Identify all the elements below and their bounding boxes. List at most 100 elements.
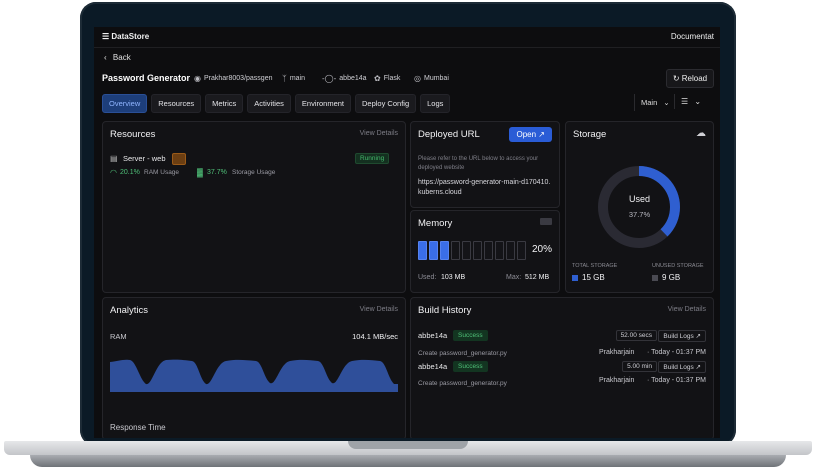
brand-label: DataStore: [111, 32, 150, 41]
resources-view-details[interactable]: View Details: [360, 130, 398, 137]
laptop-notch: [348, 441, 468, 449]
git-branch-icon: ᛉ: [282, 74, 287, 83]
tab-environment[interactable]: Environment: [294, 94, 351, 113]
build-author: Prakharjain: [599, 349, 635, 356]
build-duration: 52.00 secs: [615, 330, 657, 341]
status-badge: Running: [355, 153, 390, 164]
branch-select[interactable]: Main ⌄: [634, 94, 676, 111]
project-title: Password Generator: [102, 73, 191, 83]
unused-storage-swatch: [652, 275, 658, 281]
memory-cell: [462, 241, 471, 260]
ram-chart-label: RAM: [110, 332, 127, 341]
resources-card: Resources View Details ▤ Server - web Ru…: [102, 121, 406, 293]
app-brand[interactable]: ☰ DataStore: [102, 32, 149, 41]
memory-cell: [418, 241, 427, 260]
tab-bar: Overview Resources Metrics Activities En…: [102, 94, 451, 113]
build-logs-button[interactable]: Build Logs ↗: [658, 330, 706, 342]
tab-logs[interactable]: Logs: [420, 94, 451, 113]
ram-gauge-icon: ◠: [110, 168, 117, 177]
response-time-label: Response Time: [110, 423, 166, 432]
memory-used-value: 103 MB: [441, 274, 466, 281]
ram-rate: 104.1 MB/sec: [352, 332, 398, 341]
commit-id: abbe14a: [339, 75, 367, 82]
build-duration: 5.00 min: [622, 361, 657, 372]
database-icon: ☰: [102, 32, 110, 41]
build-time: · Today - 01:37 PM: [646, 377, 706, 384]
cloud-icon: ☁: [696, 128, 706, 139]
deployed-url[interactable]: https://password-generator-main-d170410.…: [418, 178, 553, 198]
storage-donut: [598, 166, 680, 248]
build-message: Create password_generator.py: [418, 380, 507, 387]
memory-cell: [484, 241, 493, 260]
build-logs-label: Build Logs: [663, 364, 694, 371]
region-name: Mumbai: [423, 75, 449, 82]
build-history-title: Build History: [418, 305, 472, 316]
memory-cell: [429, 241, 438, 260]
memory-max-label: Max:: [506, 274, 522, 281]
unused-storage-value: 9 GB: [662, 273, 681, 282]
repo-name: Prakhar8003/passgen: [203, 75, 273, 82]
tab-resources[interactable]: Resources: [151, 94, 202, 113]
memory-chip-icon: [540, 218, 552, 225]
memory-meter: [418, 241, 528, 265]
build-commit[interactable]: abbe14a: [418, 362, 447, 371]
storage-percent: 37.7%: [207, 169, 227, 176]
external-link-icon: ↗: [695, 364, 701, 371]
unused-storage-label: UNUSED STORAGE: [652, 263, 704, 269]
tab-activities[interactable]: Activities: [247, 94, 291, 113]
tab-deploy-config[interactable]: Deploy Config: [355, 94, 417, 113]
total-storage-label: TOTAL STORAGE: [572, 263, 618, 269]
server-name[interactable]: Server - web: [123, 154, 166, 163]
top-bar: ☰ DataStore Documentat: [94, 27, 720, 48]
memory-max-value: 512 MB: [525, 274, 550, 281]
reload-button[interactable]: ↻ Reload: [666, 69, 714, 88]
commit-meta: -◯- abbe14a: [322, 74, 367, 83]
external-link-icon: ↗: [695, 333, 701, 340]
view-menu-button[interactable]: ☰ ⌄: [674, 94, 707, 109]
build-time: · Today - 01:37 PM: [646, 349, 706, 356]
framework-name: Flask: [383, 75, 401, 82]
build-message: Create password_generator.py: [418, 350, 507, 357]
tab-overview[interactable]: Overview: [102, 94, 148, 113]
project-header: Password Generator ◉ Prakhar8003/passgen…: [102, 73, 712, 87]
build-history-view-details[interactable]: View Details: [668, 306, 706, 313]
back-label: Back: [112, 53, 131, 62]
repo-meta[interactable]: ◉ Prakhar8003/passgen: [194, 74, 272, 83]
build-commit[interactable]: abbe14a: [418, 331, 447, 340]
build-author: Prakharjain: [599, 377, 635, 384]
globe-icon: ◎: [414, 74, 421, 83]
documentation-link[interactable]: Documentat: [671, 32, 714, 41]
memory-cell: [517, 241, 526, 260]
url-hint: Please refer to the URL below to access …: [418, 156, 539, 171]
build-logs-button[interactable]: Build Logs ↗: [658, 361, 706, 373]
analytics-view-details[interactable]: View Details: [360, 306, 398, 313]
tab-metrics[interactable]: Metrics: [205, 94, 244, 113]
app-screen: ☰ DataStore Documentat ‹ Back Password G…: [94, 27, 720, 438]
reload-label: Reload: [681, 74, 708, 83]
ram-percent: 20.1%: [120, 169, 140, 176]
refresh-icon: ↻: [672, 74, 680, 83]
memory-title: Memory: [418, 218, 453, 229]
build-logs-label: Build Logs: [663, 333, 694, 340]
storage-used-label: Used: [628, 194, 650, 204]
memory-cell: [440, 241, 449, 260]
open-button[interactable]: Open ↗: [509, 127, 552, 142]
flask-icon: ✿: [374, 74, 381, 83]
memory-cell: [506, 241, 515, 260]
analytics-card: Analytics View Details RAM 104.1 MB/sec …: [102, 297, 406, 438]
resources-title: Resources: [110, 129, 156, 140]
branch-name: main: [289, 75, 305, 82]
open-label: Open: [516, 130, 537, 139]
build-status-badge: Success: [453, 361, 488, 372]
storage-used-percent: 37.7%: [628, 210, 651, 219]
ram-area: [110, 359, 398, 392]
back-link[interactable]: ‹ Back: [104, 53, 131, 62]
deployed-url-title: Deployed URL: [418, 129, 480, 140]
branch-meta: ᛉ main: [282, 74, 305, 83]
analytics-title: Analytics: [110, 305, 149, 316]
laptop-base-lip: [30, 455, 786, 467]
region-meta: ◎ Mumbai: [414, 74, 449, 83]
git-commit-icon: -◯-: [322, 74, 337, 83]
bar-chart-icon: ▓: [197, 168, 203, 177]
chevron-down-icon: ⌄: [663, 98, 670, 107]
